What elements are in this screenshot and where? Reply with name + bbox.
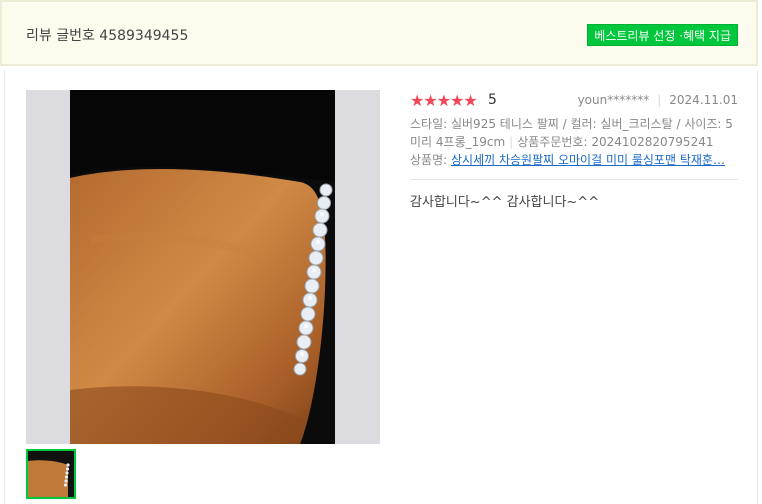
separator: | (509, 135, 514, 149)
review-photo-thumbnail[interactable] (26, 449, 76, 499)
rating-score: 5 (488, 92, 497, 108)
star-icon: ★ (436, 91, 451, 110)
thumbnail-image (28, 451, 74, 497)
star-icon: ★ (410, 91, 424, 110)
reviewer-id: youn******* (577, 93, 650, 107)
product-label: 상품명: (410, 153, 451, 167)
product-name-link[interactable]: 상시세끼 차승원팔찌 오마이걸 미미 룰싱포맨 탁재훈… (451, 153, 725, 167)
review-header: 리뷰 글번호 4589349455 베스트리뷰 선정 ·혜택 지급 (0, 0, 758, 66)
options-line-2: 미리 4프롱_19cm (410, 135, 506, 149)
star-rating: ★★★★★ 5 (410, 91, 497, 110)
best-review-badge: 베스트리뷰 선정 ·혜택 지급 (587, 24, 738, 46)
star-icon: ★ (423, 91, 437, 110)
bracelet-wrist-image (70, 90, 335, 444)
review-date: 2024.11.01 (669, 93, 738, 107)
product-name-row: 상품명: 상시세끼 차승원팔찌 오마이걸 미미 룰싱포맨 탁재훈… (410, 151, 740, 168)
divider (410, 179, 738, 180)
review-content: 감사합니다~^^ 감사합니다~^^ (410, 195, 600, 210)
purchase-options: 스타일: 실버925 테니스 팔찌 / 컬러: 실버_크리스탈 / 사이즈: 5… (410, 115, 738, 151)
reviewer-info: youn******* | 2024.11.01 (578, 93, 738, 107)
order-number: 상품주문번호: 2024102820795241 (517, 135, 714, 149)
star-icon: ★ (463, 91, 477, 110)
review-number: 리뷰 글번호 4589349455 (26, 28, 189, 44)
options-line-1: 스타일: 실버925 테니스 팔찌 / 컬러: 실버_크리스탈 / 사이즈: 5 (410, 117, 733, 131)
options-line-2-wrap: 미리 4프롱_19cm | 상품주문번호: 2024102820795241 (410, 133, 738, 151)
star-icon: ★ (450, 91, 464, 110)
review-photo[interactable] (70, 90, 335, 444)
separator: | (657, 93, 662, 107)
review-photo-frame[interactable] (26, 90, 380, 444)
